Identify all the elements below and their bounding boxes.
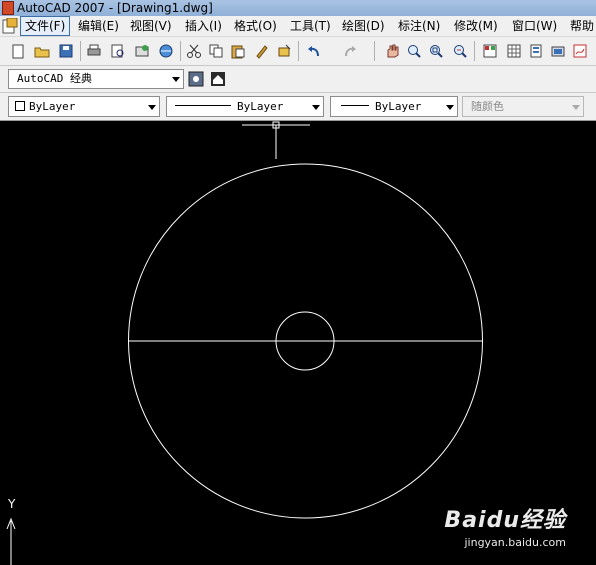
plot-preview-icon[interactable] [108,41,128,61]
properties-toolbar: ByLayer ByLayer ByLayer 随颜色 [0,93,596,121]
publish-icon[interactable] [132,41,152,61]
color-swatch-icon [15,101,25,111]
linetype-sample [175,105,231,106]
menu-bar: 文件(F) 编辑(E) 视图(V) 插入(I) 格式(O) 工具(T) 绘图(D… [0,16,596,37]
sheet-set-icon[interactable] [548,41,568,61]
lineweight-control-dropdown[interactable]: ByLayer [330,96,458,117]
markup-icon[interactable] [570,41,590,61]
linetype-control-dropdown[interactable]: ByLayer [166,96,324,117]
lineweight-sample [341,105,369,106]
document-icon[interactable] [2,18,18,34]
cut-icon[interactable] [184,41,204,61]
menu-view[interactable]: 视图(V) [126,17,176,35]
paste-icon[interactable] [228,41,248,61]
ucs-icon [6,517,16,565]
toolbar-separator [374,41,375,61]
title-bar: AutoCAD 2007 - [Drawing1.dwg] [0,0,596,16]
toolbar-separator [80,41,81,61]
menu-insert[interactable]: 插入(I) [181,17,226,35]
color-value: ByLayer [29,100,76,113]
plot-icon[interactable] [84,41,104,61]
new-icon[interactable] [8,41,28,61]
tool-palettes-icon[interactable] [526,41,546,61]
workspace-dropdown[interactable]: AutoCAD 经典 [8,69,184,89]
zoom-realtime-icon[interactable] [404,41,424,61]
workspace-save-icon[interactable] [208,69,228,89]
baidu-watermark: Baidu经验 jingyan.baidu.com [444,502,566,549]
3d-dwf-icon[interactable] [156,41,176,61]
menu-edit[interactable]: 编辑(E) [74,17,123,35]
chevron-down-icon [446,104,454,110]
zoom-previous-icon[interactable] [450,41,470,61]
chevron-down-icon [312,104,320,110]
window-title: AutoCAD 2007 - [Drawing1.dwg] [17,1,213,15]
properties-icon[interactable] [480,41,500,61]
color-control-dropdown[interactable]: ByLayer [8,96,160,117]
undo-icon[interactable] [304,41,324,61]
match-properties-icon[interactable] [252,41,272,61]
linetype-value: ByLayer [237,100,284,113]
chevron-down-icon [172,77,180,82]
menu-format[interactable]: 格式(O) [230,17,281,35]
plot-style-control-dropdown: 随颜色 [462,96,584,117]
workspace-value: AutoCAD 经典 [17,72,92,85]
watermark-site: jingyan.baidu.com [464,536,566,549]
workspace-settings-icon[interactable] [186,69,206,89]
toolbar-separator [474,41,475,61]
crosshair-cursor [242,121,310,159]
save-icon[interactable] [56,41,76,61]
workspaces-toolbar: AutoCAD 经典 [0,66,596,93]
zoom-window-icon[interactable] [426,41,446,61]
standard-toolbar [0,37,596,66]
pan-icon[interactable] [382,41,402,61]
autocad-app-icon[interactable] [2,1,14,15]
lineweight-value: ByLayer [375,100,422,113]
menu-dimension[interactable]: 标注(N) [394,17,444,35]
watermark-brand: Baidu经验 [444,508,566,533]
menu-window[interactable]: 窗口(W) [508,17,561,35]
plot-style-value: 随颜色 [471,100,504,113]
redo-icon[interactable] [340,41,360,61]
toolbar-separator [298,41,299,61]
menu-tools[interactable]: 工具(T) [286,17,335,35]
design-center-icon[interactable] [504,41,524,61]
menu-help[interactable]: 帮助 [566,17,596,35]
menu-draw[interactable]: 绘图(D) [338,17,389,35]
chevron-down-icon [148,104,156,110]
drawing-svg: Y [6,121,483,565]
menu-file[interactable]: 文件(F) [20,16,71,36]
drawing-canvas[interactable]: Y Baidu经验 jingyan.baidu.com [0,121,596,565]
chevron-down-icon [572,104,580,110]
open-icon[interactable] [32,41,52,61]
copy-icon[interactable] [206,41,226,61]
menu-modify[interactable]: 修改(M) [450,17,502,35]
toolbar-separator [180,41,181,61]
block-editor-icon[interactable] [274,41,294,61]
ucs-y-label: Y [7,497,16,511]
